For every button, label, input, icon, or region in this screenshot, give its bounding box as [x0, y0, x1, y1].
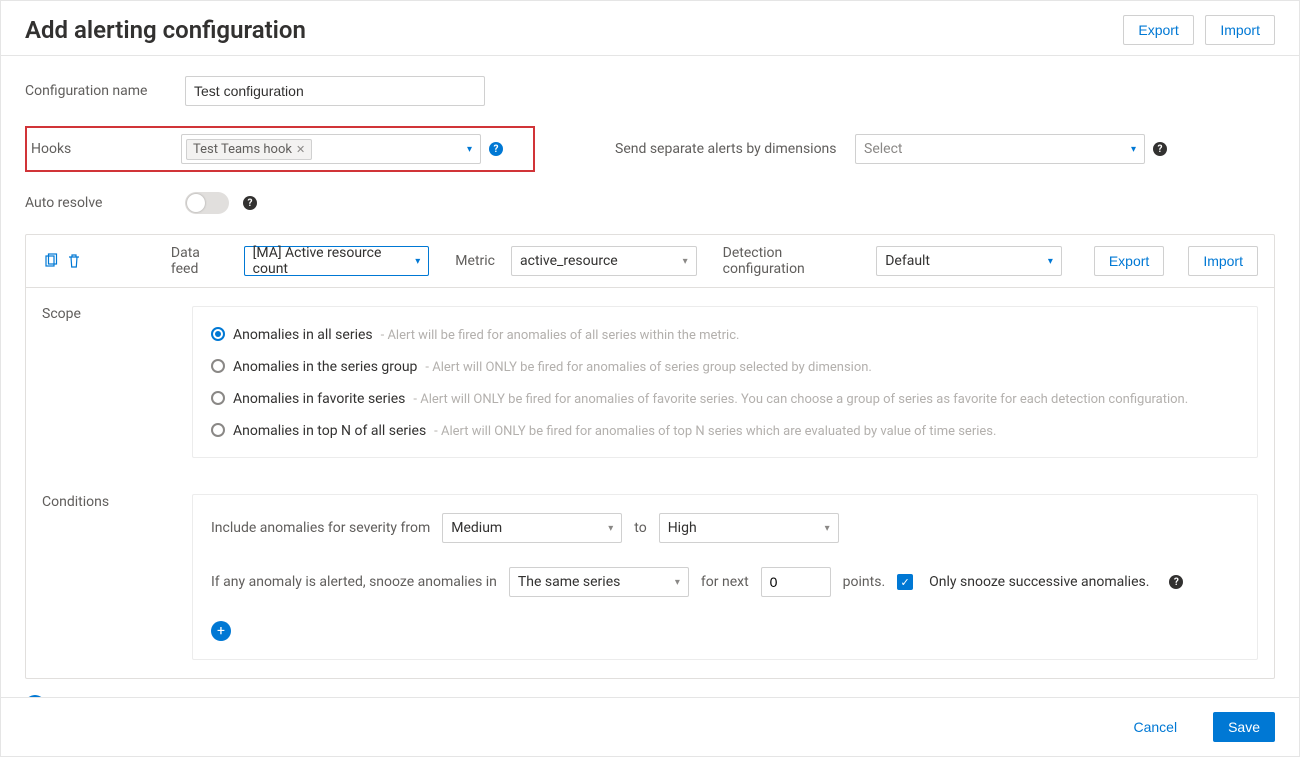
severity-to-word: to — [634, 520, 646, 536]
severity-to-select[interactable]: High ▾ — [659, 513, 839, 543]
copy-icon[interactable] — [42, 252, 59, 270]
conditions-label: Conditions — [42, 494, 182, 660]
snooze-mid-text: for next — [701, 574, 749, 590]
auto-resolve-label: Auto resolve — [25, 195, 185, 211]
scope-option-label: Anomalies in the series group — [233, 359, 417, 375]
scope-option-desc: - Alert will be fired for anomalies of a… — [381, 328, 740, 343]
scope-option-desc: - Alert will ONLY be fired for anomalies… — [413, 392, 1188, 407]
detection-value: Default — [885, 253, 930, 269]
metric-select[interactable]: active_resource ▾ — [511, 246, 697, 276]
import-button-top[interactable]: Import — [1205, 15, 1275, 45]
save-button[interactable]: Save — [1213, 712, 1275, 742]
snooze-help-icon[interactable]: ? — [1169, 575, 1183, 589]
chevron-down-icon: ▾ — [683, 256, 688, 267]
snooze-prefix-text: If any anomaly is alerted, snooze anomal… — [211, 574, 497, 590]
dimensions-help-icon[interactable]: ? — [1153, 142, 1167, 156]
dimensions-placeholder: Select — [864, 141, 902, 157]
metric-card: Data feed [MA] Active resource count ▾ M… — [25, 234, 1275, 679]
page-title: Add alerting configuration — [25, 16, 306, 44]
hooks-chip-label: Test Teams hook — [193, 142, 292, 157]
severity-to-value: High — [668, 520, 697, 536]
data-feed-select[interactable]: [MA] Active resource count ▾ — [244, 246, 430, 276]
severity-from-select[interactable]: Medium ▾ — [442, 513, 622, 543]
cancel-button[interactable]: Cancel — [1119, 713, 1191, 741]
chevron-down-icon: ▾ — [825, 523, 830, 534]
scope-option-label: Anomalies in all series — [233, 327, 373, 343]
scope-radio-top-n[interactable] — [211, 423, 225, 437]
hooks-help-icon[interactable]: ? — [489, 142, 503, 156]
snooze-points-input[interactable] — [761, 567, 831, 597]
auto-resolve-help-icon[interactable]: ? — [243, 196, 257, 210]
export-button-top[interactable]: Export — [1123, 15, 1193, 45]
auto-resolve-toggle[interactable] — [185, 192, 229, 214]
config-name-label: Configuration name — [25, 83, 185, 99]
hooks-chip-remove-icon[interactable]: ✕ — [296, 143, 305, 156]
data-feed-value: [MA] Active resource count — [253, 245, 410, 277]
chevron-down-icon: ▾ — [467, 144, 472, 155]
scope-label: Scope — [42, 306, 182, 458]
snooze-successive-label: Only snooze successive anomalies. — [929, 574, 1149, 590]
scope-option-desc: - Alert will ONLY be fired for anomalies… — [425, 360, 871, 375]
hooks-select[interactable]: Test Teams hook ✕ ▾ — [181, 134, 481, 164]
hooks-row-highlight: Hooks Test Teams hook ✕ ▾ ? — [25, 126, 535, 172]
detection-label: Detection configuration — [723, 245, 861, 277]
snooze-successive-checkbox[interactable]: ✓ — [897, 574, 913, 590]
add-condition-button[interactable]: + — [211, 621, 231, 641]
card-export-button[interactable]: Export — [1094, 246, 1164, 276]
detection-select[interactable]: Default ▾ — [876, 246, 1062, 276]
chevron-down-icon: ▾ — [1048, 256, 1053, 267]
dimensions-label: Send separate alerts by dimensions — [615, 141, 855, 157]
severity-from-value: Medium — [451, 520, 502, 536]
hooks-label: Hooks — [31, 141, 181, 157]
chevron-down-icon: ▾ — [675, 577, 680, 588]
delete-icon[interactable] — [65, 252, 82, 270]
hooks-chip: Test Teams hook ✕ — [186, 139, 312, 160]
scope-option-label: Anomalies in favorite series — [233, 391, 405, 407]
dimensions-select[interactable]: Select ▾ — [855, 134, 1145, 164]
chevron-down-icon: ▾ — [608, 523, 613, 534]
scope-option-label: Anomalies in top N of all series — [233, 423, 426, 439]
metric-label: Metric — [455, 253, 495, 269]
chevron-down-icon: ▾ — [415, 256, 420, 267]
snooze-scope-select[interactable]: The same series ▾ — [509, 567, 689, 597]
scope-radio-all-series[interactable] — [211, 327, 225, 341]
metric-value: active_resource — [520, 253, 618, 269]
chevron-down-icon: ▾ — [1131, 144, 1136, 155]
config-name-input[interactable] — [185, 76, 485, 106]
snooze-points-word: points. — [843, 574, 885, 590]
severity-prefix-text: Include anomalies for severity from — [211, 520, 430, 536]
card-import-button[interactable]: Import — [1188, 246, 1258, 276]
data-feed-label: Data feed — [171, 245, 228, 277]
scope-radio-favorite[interactable] — [211, 391, 225, 405]
snooze-scope-value: The same series — [518, 574, 620, 590]
scope-radio-series-group[interactable] — [211, 359, 225, 373]
scope-option-desc: - Alert will ONLY be fired for anomalies… — [434, 424, 996, 439]
